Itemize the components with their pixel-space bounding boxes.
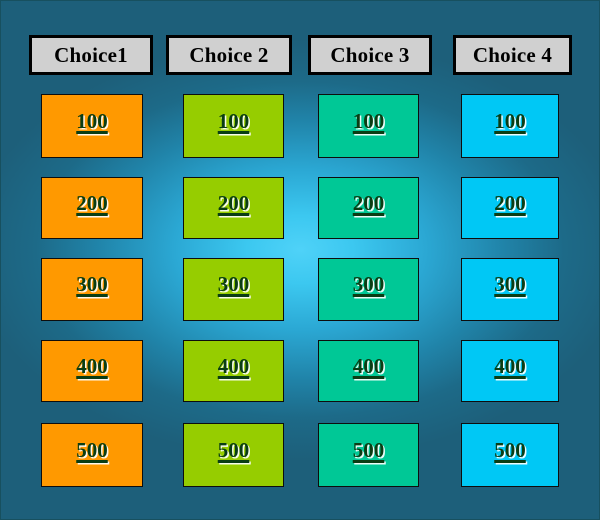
tile-choice4-500[interactable]: 500: [461, 423, 559, 487]
tile-choice3-400[interactable]: 400: [318, 340, 419, 402]
category-header-choice2[interactable]: Choice 2: [166, 35, 292, 75]
tile-choice3-100[interactable]: 100: [318, 94, 419, 158]
tile-choice4-100[interactable]: 100: [461, 94, 559, 158]
category-header-row: Choice1 Choice 2 Choice 3 Choice 4: [1, 35, 599, 77]
category-header-choice3[interactable]: Choice 3: [308, 35, 432, 75]
tile-choice2-500[interactable]: 500: [183, 423, 284, 487]
tile-choice3-200[interactable]: 200: [318, 177, 419, 239]
tile-choice1-400[interactable]: 400: [41, 340, 143, 402]
tile-choice3-500[interactable]: 500: [318, 423, 419, 487]
tile-choice2-300[interactable]: 300: [183, 258, 284, 321]
tile-choice3-300[interactable]: 300: [318, 258, 419, 321]
tile-choice1-500[interactable]: 500: [41, 423, 143, 487]
tile-choice2-200[interactable]: 200: [183, 177, 284, 239]
tile-choice1-300[interactable]: 300: [41, 258, 143, 321]
category-header-choice1[interactable]: Choice1: [29, 35, 153, 75]
category-header-choice4[interactable]: Choice 4: [453, 35, 572, 75]
tile-choice4-200[interactable]: 200: [461, 177, 559, 239]
tile-choice1-100[interactable]: 100: [41, 94, 143, 158]
tile-choice4-300[interactable]: 300: [461, 258, 559, 321]
tile-choice1-200[interactable]: 200: [41, 177, 143, 239]
tile-choice2-100[interactable]: 100: [183, 94, 284, 158]
tile-choice2-400[interactable]: 400: [183, 340, 284, 402]
game-board: Choice1 Choice 2 Choice 3 Choice 4 100 2…: [0, 0, 600, 520]
tile-choice4-400[interactable]: 400: [461, 340, 559, 402]
